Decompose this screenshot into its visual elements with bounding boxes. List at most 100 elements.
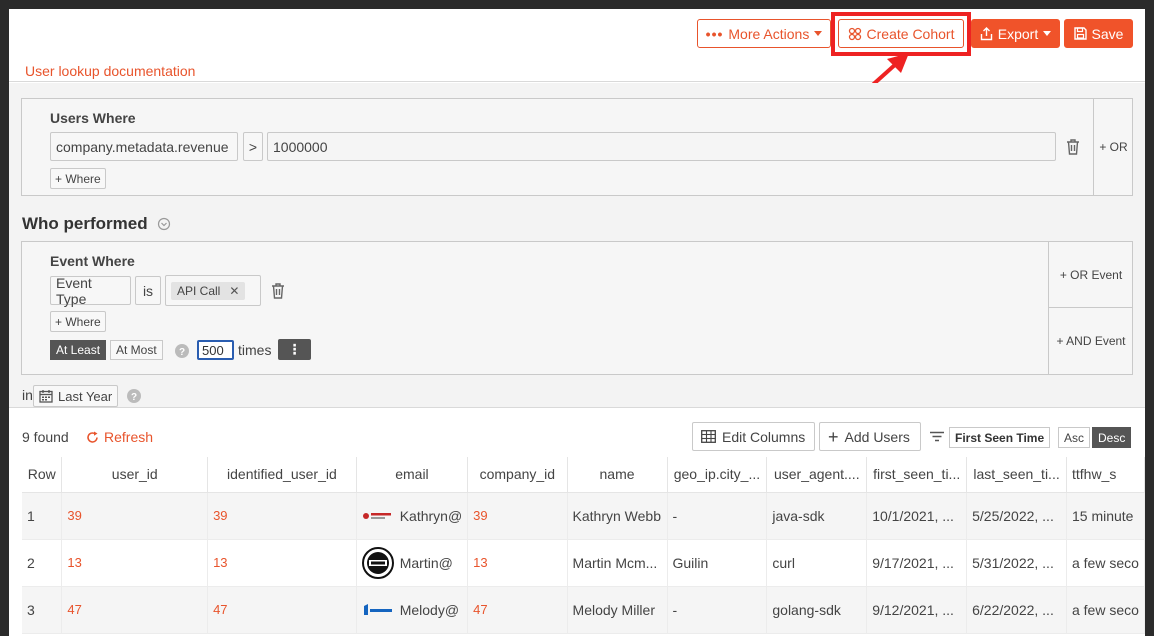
edit-columns-button[interactable]: Edit Columns <box>692 422 815 451</box>
column-header[interactable]: company_id <box>467 457 568 493</box>
identified-user-id-link[interactable]: 47 <box>207 586 357 634</box>
column-header[interactable]: identified_user_id <box>207 457 357 493</box>
users-where-operator-select[interactable]: > <box>243 132 263 161</box>
api-call-tag-label: API Call <box>177 283 221 298</box>
column-header[interactable]: user_agent.... <box>766 457 868 493</box>
email-cell: Martin@ <box>356 539 469 587</box>
export-label: Export <box>997 25 1039 42</box>
user-agent-cell: golang-sdk <box>766 586 868 634</box>
column-header[interactable]: email <box>356 457 469 493</box>
help-icon[interactable]: ? <box>175 344 189 358</box>
user-agent-cell: java-sdk <box>766 492 868 540</box>
column-header[interactable]: geo_ip.city_... <box>667 457 768 493</box>
refresh-icon <box>87 431 98 443</box>
users-where-field-select[interactable]: company.metadata.revenue <box>50 132 238 161</box>
close-icon[interactable]: ✕ <box>229 284 239 298</box>
row-number: 1 <box>22 492 63 540</box>
app-frame: ••• More Actions Create Cohort Export Sa… <box>9 9 1145 636</box>
refresh-button[interactable]: Refresh <box>86 429 153 445</box>
event-value-select[interactable]: API Call ✕ <box>165 275 261 306</box>
trash-icon[interactable] <box>1065 138 1081 156</box>
column-header[interactable]: first_seen_ti... <box>866 457 968 493</box>
caret-down-icon <box>814 31 823 36</box>
table-header-row: Row user_id identified_user_id email com… <box>22 457 1145 493</box>
event-where-box: Event Where Event Type is API Call ✕ + W… <box>21 241 1133 375</box>
user-id-link[interactable]: 13 <box>61 539 209 587</box>
table-row[interactable]: 1 39 39 Kathryn@ 39 Kathryn Webb - java-… <box>22 492 1145 540</box>
event-where-title: Event Where <box>50 253 135 269</box>
save-button[interactable]: Save <box>1064 19 1133 48</box>
company-id-link[interactable]: 39 <box>467 492 568 540</box>
column-header[interactable]: name <box>567 457 668 493</box>
row-number: 2 <box>22 539 63 587</box>
last-seen-cell: 5/25/2022, ... <box>966 492 1067 540</box>
at-most-toggle[interactable]: At Most <box>110 340 163 360</box>
first-seen-cell: 9/12/2021, ... <box>866 586 968 634</box>
identified-user-id-link[interactable]: 39 <box>207 492 357 540</box>
help-icon[interactable]: ? <box>127 389 141 403</box>
in-label: in <box>22 387 33 403</box>
row-number: 3 <box>22 586 63 634</box>
name-cell: Melody Miller <box>567 586 668 634</box>
users-add-where-button[interactable]: + Where <box>50 168 106 189</box>
column-header[interactable]: user_id <box>61 457 209 493</box>
last-seen-cell: 6/22/2022, ... <box>966 586 1067 634</box>
top-bar: ••• More Actions Create Cohort Export Sa… <box>9 9 1145 82</box>
first-seen-cell: 9/17/2021, ... <box>866 539 968 587</box>
city-cell: - <box>667 492 768 540</box>
event-operator-select[interactable]: is <box>135 276 161 305</box>
user-id-link[interactable]: 47 <box>61 586 209 634</box>
add-users-button[interactable]: + Add Users <box>819 422 921 451</box>
query-builder: Users Where company.metadata.revenue > 1… <box>9 83 1145 408</box>
city-cell: - <box>667 586 768 634</box>
caret-down-icon <box>1043 31 1052 36</box>
company-logo <box>361 546 394 579</box>
plus-icon: + <box>828 426 839 447</box>
column-header[interactable]: last_seen_ti... <box>966 457 1067 493</box>
edit-columns-label: Edit Columns <box>722 428 806 445</box>
add-users-label: Add Users <box>844 428 910 445</box>
last-seen-cell: 5/31/2022, ... <box>966 539 1067 587</box>
user-lookup-docs-link[interactable]: User lookup documentation <box>25 63 195 79</box>
user-id-link[interactable]: 39 <box>61 492 209 540</box>
refresh-label: Refresh <box>104 429 154 445</box>
table-row[interactable]: 3 47 47 Melody@ 47 Melody Miller - golan… <box>22 586 1145 634</box>
company-logo <box>362 594 394 626</box>
table-row[interactable]: 2 13 13 Martin@ 13 Martin Mcm... Guilin … <box>22 539 1145 587</box>
calendar-icon <box>39 390 53 403</box>
save-icon <box>1073 27 1087 40</box>
who-performed-title: Who performed <box>22 214 148 233</box>
more-options-icon[interactable]: ⋮ <box>278 339 311 360</box>
trash-icon[interactable] <box>270 282 286 300</box>
period-picker[interactable]: Last Year <box>33 385 119 407</box>
name-cell: Kathryn Webb <box>567 492 668 540</box>
users-where-value-input[interactable]: 1000000 <box>267 132 1056 161</box>
chevron-circle-icon[interactable] <box>157 217 171 231</box>
users-where-box: Users Where company.metadata.revenue > 1… <box>21 98 1133 196</box>
event-field-select[interactable]: Event Type <box>50 275 131 307</box>
more-actions-button[interactable]: ••• More Actions <box>697 19 831 48</box>
or-event-button[interactable]: + OR Event <box>1048 242 1133 308</box>
company-id-link[interactable]: 47 <box>467 586 568 634</box>
results-count: 9 found <box>22 429 69 445</box>
users-or-button[interactable]: + OR <box>1093 99 1133 195</box>
identified-user-id-link[interactable]: 13 <box>207 539 357 587</box>
sort-field-select[interactable]: First Seen Time <box>949 427 1051 448</box>
user-agent-cell: curl <box>766 539 868 587</box>
times-input[interactable]: 500 <box>197 340 234 360</box>
event-add-where-button[interactable]: + Where <box>50 311 106 332</box>
users-table: Row user_id identified_user_id email com… <box>22 457 1145 634</box>
company-id-link[interactable]: 13 <box>467 539 568 587</box>
export-button[interactable]: Export <box>971 19 1060 48</box>
email-cell: Melody@ <box>356 586 469 634</box>
sort-icon[interactable] <box>930 431 944 442</box>
users-where-title: Users Where <box>50 110 136 126</box>
export-icon <box>980 26 992 40</box>
save-label: Save <box>1091 25 1124 42</box>
at-least-toggle[interactable]: At Least <box>50 340 107 360</box>
sort-desc-toggle[interactable]: Desc <box>1092 427 1132 448</box>
and-event-button[interactable]: + AND Event <box>1048 308 1133 374</box>
column-header[interactable]: Row <box>22 457 63 493</box>
sort-asc-toggle[interactable]: Asc <box>1058 427 1091 448</box>
column-header[interactable]: ttfhw_s <box>1066 457 1145 493</box>
